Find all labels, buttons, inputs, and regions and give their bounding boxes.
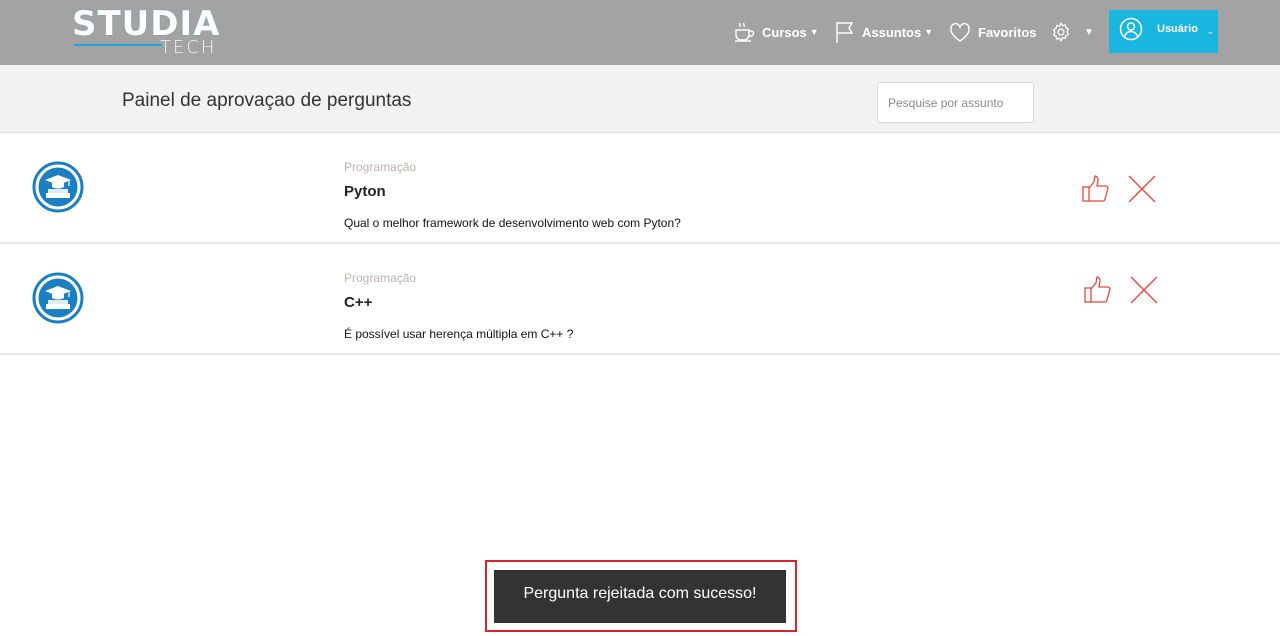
settings-menu[interactable]: ▼ — [1050, 18, 1094, 46]
nav-assuntos[interactable]: Assuntos ▼ — [834, 18, 933, 46]
logo-sub-text: TECH — [160, 37, 217, 58]
question-card: Programação C++ É possível usar herença … — [0, 245, 1280, 355]
nav-favoritos[interactable]: Favoritos — [948, 18, 1037, 46]
nav-assuntos-label: Assuntos — [862, 24, 922, 40]
toast-message: Pergunta rejeitada com sucesso! — [523, 584, 757, 602]
approve-thumbs-up-icon[interactable] — [1081, 174, 1111, 204]
graduation-cap-icon — [31, 271, 85, 325]
page-title: Painel de aprovaçao de perguntas — [122, 90, 412, 111]
nav-cursos[interactable]: Cursos ▼ — [732, 18, 819, 46]
logo-underline — [74, 44, 162, 46]
question-text: É possível usar herença múltipla em C++ … — [344, 327, 574, 341]
question-category: Programação — [344, 271, 417, 285]
flag-icon — [834, 20, 856, 44]
chevron-down-icon: ▼ — [809, 27, 819, 37]
search-input[interactable] — [877, 82, 1034, 123]
studia-tech-logo[interactable]: STUDIA TECH — [72, 6, 222, 58]
coffee-cup-icon — [732, 20, 756, 44]
question-title: C++ — [344, 294, 373, 311]
reject-close-icon[interactable] — [1129, 275, 1159, 305]
chevron-down-icon: ▼ — [924, 27, 934, 37]
question-category: Programação — [344, 160, 417, 174]
user-avatar-icon — [1119, 17, 1143, 46]
reject-close-icon[interactable] — [1127, 174, 1157, 204]
gear-icon — [1050, 21, 1072, 43]
user-menu-button[interactable]: Usuário ⌄ — [1109, 10, 1218, 53]
heart-icon — [948, 21, 972, 43]
question-card: Programação Pyton Qual o melhor framewor… — [0, 134, 1280, 244]
toast-notification: Pergunta rejeitada com sucesso! — [494, 570, 786, 623]
graduation-cap-icon — [31, 160, 85, 214]
nav-cursos-label: Cursos — [762, 24, 807, 40]
chevron-down-icon: ⌄ — [1206, 26, 1214, 36]
top-navbar: STUDIA TECH Cursos ▼ Assuntos ▼ Favorito… — [0, 0, 1280, 65]
nav-favoritos-label: Favoritos — [978, 24, 1037, 40]
question-text: Qual o melhor framework de desenvolvimen… — [344, 216, 681, 230]
user-label: Usuário — [1157, 22, 1198, 35]
approve-thumbs-up-icon[interactable] — [1083, 275, 1113, 305]
chevron-down-icon: ▼ — [1084, 26, 1094, 38]
question-title: Pyton — [344, 183, 386, 200]
